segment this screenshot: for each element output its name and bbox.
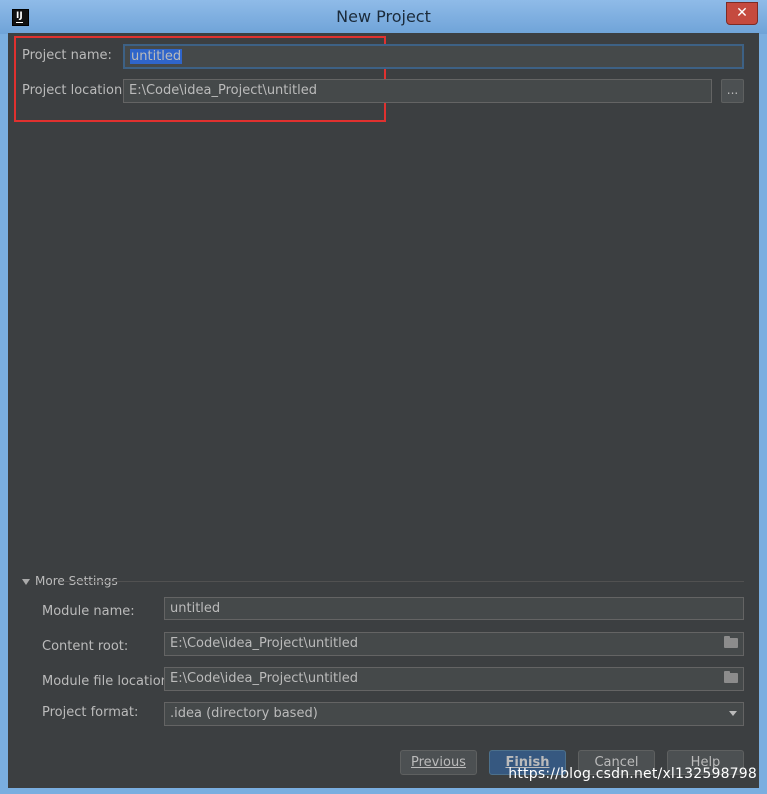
project-location-label: Project location:: [22, 83, 127, 98]
title-bar: IJ New Project ✕: [0, 0, 767, 34]
window-title: New Project: [336, 7, 431, 26]
folder-icon[interactable]: [724, 671, 738, 683]
project-name-input[interactable]: untitled: [123, 44, 744, 69]
chevron-down-icon: [729, 711, 737, 716]
project-name-label: Project name:: [22, 48, 112, 63]
project-format-select[interactable]: .idea (directory based): [164, 702, 744, 726]
module-file-location-value: E:\Code\idea_Project\untitled: [170, 671, 358, 686]
module-name-label: Module name:: [42, 604, 135, 619]
triangle-down-icon: [22, 578, 30, 585]
divider: [63, 581, 744, 582]
project-format-label: Project format:: [42, 705, 139, 720]
dialog-content: Project name: untitled Project location:…: [8, 33, 759, 788]
previous-button[interactable]: Previous: [400, 750, 477, 775]
watermark-text: https://blog.csdn.net/xl132598798: [508, 766, 757, 782]
module-name-input[interactable]: untitled: [164, 597, 744, 620]
project-format-value: .idea (directory based): [170, 706, 318, 721]
module-file-location-label: Module file location:: [42, 674, 174, 689]
close-button[interactable]: ✕: [726, 2, 758, 25]
content-root-input[interactable]: E:\Code\idea_Project\untitled: [164, 632, 744, 656]
content-root-label: Content root:: [42, 639, 129, 654]
project-name-value: untitled: [130, 49, 183, 64]
close-icon: ✕: [736, 5, 748, 21]
content-root-value: E:\Code\idea_Project\untitled: [170, 636, 358, 651]
folder-icon[interactable]: [724, 636, 738, 648]
module-file-location-input[interactable]: E:\Code\idea_Project\untitled: [164, 667, 744, 691]
browse-button[interactable]: ...: [721, 79, 744, 103]
project-location-input[interactable]: E:\Code\idea_Project\untitled: [123, 79, 712, 103]
window-frame: IJ New Project ✕ Project name: untitled …: [0, 0, 767, 794]
